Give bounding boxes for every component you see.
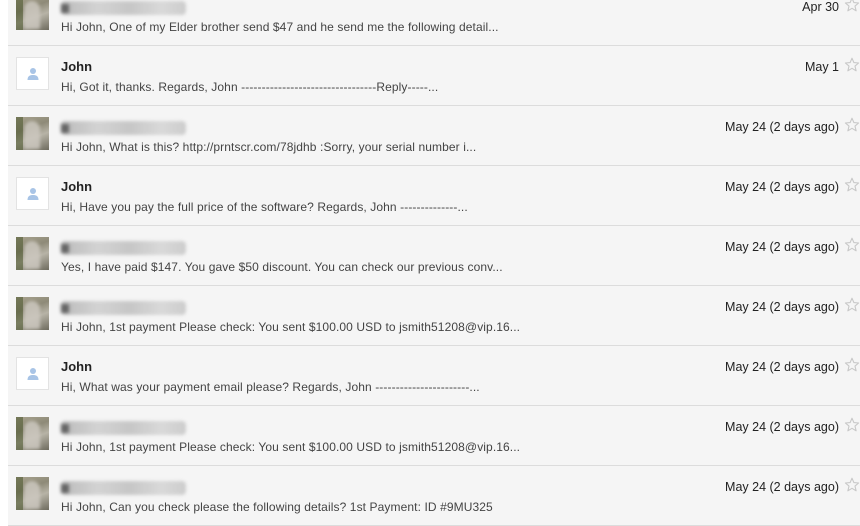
sender-avatar-photo — [16, 417, 49, 450]
star-icon[interactable] — [844, 237, 860, 253]
star-icon[interactable] — [844, 417, 860, 433]
sender-name-redacted — [61, 241, 186, 255]
sender-avatar-photo — [16, 117, 49, 150]
default-person-icon — [16, 177, 49, 210]
star-icon[interactable] — [844, 0, 860, 13]
sender-name: John — [61, 359, 93, 374]
star-icon[interactable] — [844, 297, 860, 313]
sender-name: John — [61, 59, 93, 74]
star-icon[interactable] — [844, 177, 860, 193]
sender-name-redacted — [61, 301, 186, 315]
message-date: May 24 (2 days ago) — [725, 300, 839, 314]
thread-row[interactable]: Yes, I have paid $147. You gave $50 disc… — [8, 226, 860, 286]
thread-row[interactable]: John Hi, What was your payment email plea… — [8, 346, 860, 406]
sender-avatar-photo — [16, 237, 49, 270]
star-icon[interactable] — [844, 117, 860, 133]
default-person-icon — [16, 57, 49, 90]
sender-name-redacted — [61, 1, 186, 15]
message-snippet: Hi John, Can you check please the follow… — [61, 500, 493, 514]
message-snippet: Hi John, One of my Elder brother send $4… — [61, 20, 499, 34]
star-icon[interactable] — [844, 477, 860, 493]
message-snippet: Hi John, What is this? http://prntscr.co… — [61, 140, 477, 154]
thread-row[interactable]: John Hi, Have you pay the full price of t… — [8, 166, 860, 226]
message-snippet: Hi John, 1st payment Please check: You s… — [61, 440, 521, 454]
default-person-icon — [16, 357, 49, 390]
message-snippet: Hi, Got it, thanks. Regards, John ------… — [61, 80, 439, 94]
thread-list: Hi John, One of my Elder brother send $4… — [8, 0, 860, 526]
thread-row[interactable]: Hi John, One of my Elder brother send $4… — [8, 0, 860, 46]
sender-avatar-photo — [16, 0, 49, 30]
message-snippet: Hi, Have you pay the full price of the s… — [61, 200, 468, 214]
sender-name-redacted — [61, 481, 186, 495]
message-snippet: Hi, What was your payment email please? … — [61, 380, 480, 394]
sender-name-redacted — [61, 121, 186, 135]
thread-row[interactable]: Hi John, Can you check please the follow… — [8, 466, 860, 526]
thread-row[interactable]: Hi John, 1st payment Please check: You s… — [8, 286, 860, 346]
message-date: May 24 (2 days ago) — [725, 360, 839, 374]
message-date: May 24 (2 days ago) — [725, 480, 839, 494]
message-date: May 24 (2 days ago) — [725, 420, 839, 434]
star-icon[interactable] — [844, 57, 860, 73]
star-icon[interactable] — [844, 357, 860, 373]
message-snippet: Hi John, 1st payment Please check: You s… — [61, 320, 521, 334]
thread-row[interactable]: Hi John, 1st payment Please check: You s… — [8, 406, 860, 466]
thread-row[interactable]: John Hi, Got it, thanks. Regards, John --… — [8, 46, 860, 106]
message-date: Apr 30 — [802, 0, 839, 14]
sender-name: John — [61, 179, 93, 194]
sender-avatar-photo — [16, 297, 49, 330]
message-date: May 24 (2 days ago) — [725, 180, 839, 194]
message-date: May 24 (2 days ago) — [725, 240, 839, 254]
message-date: May 24 (2 days ago) — [725, 120, 839, 134]
sender-avatar-photo — [16, 477, 49, 510]
thread-row[interactable]: Hi John, What is this? http://prntscr.co… — [8, 106, 860, 166]
message-date: May 1 — [804, 60, 839, 74]
sender-name-redacted — [61, 421, 186, 435]
message-snippet: Yes, I have paid $147. You gave $50 disc… — [61, 260, 503, 274]
